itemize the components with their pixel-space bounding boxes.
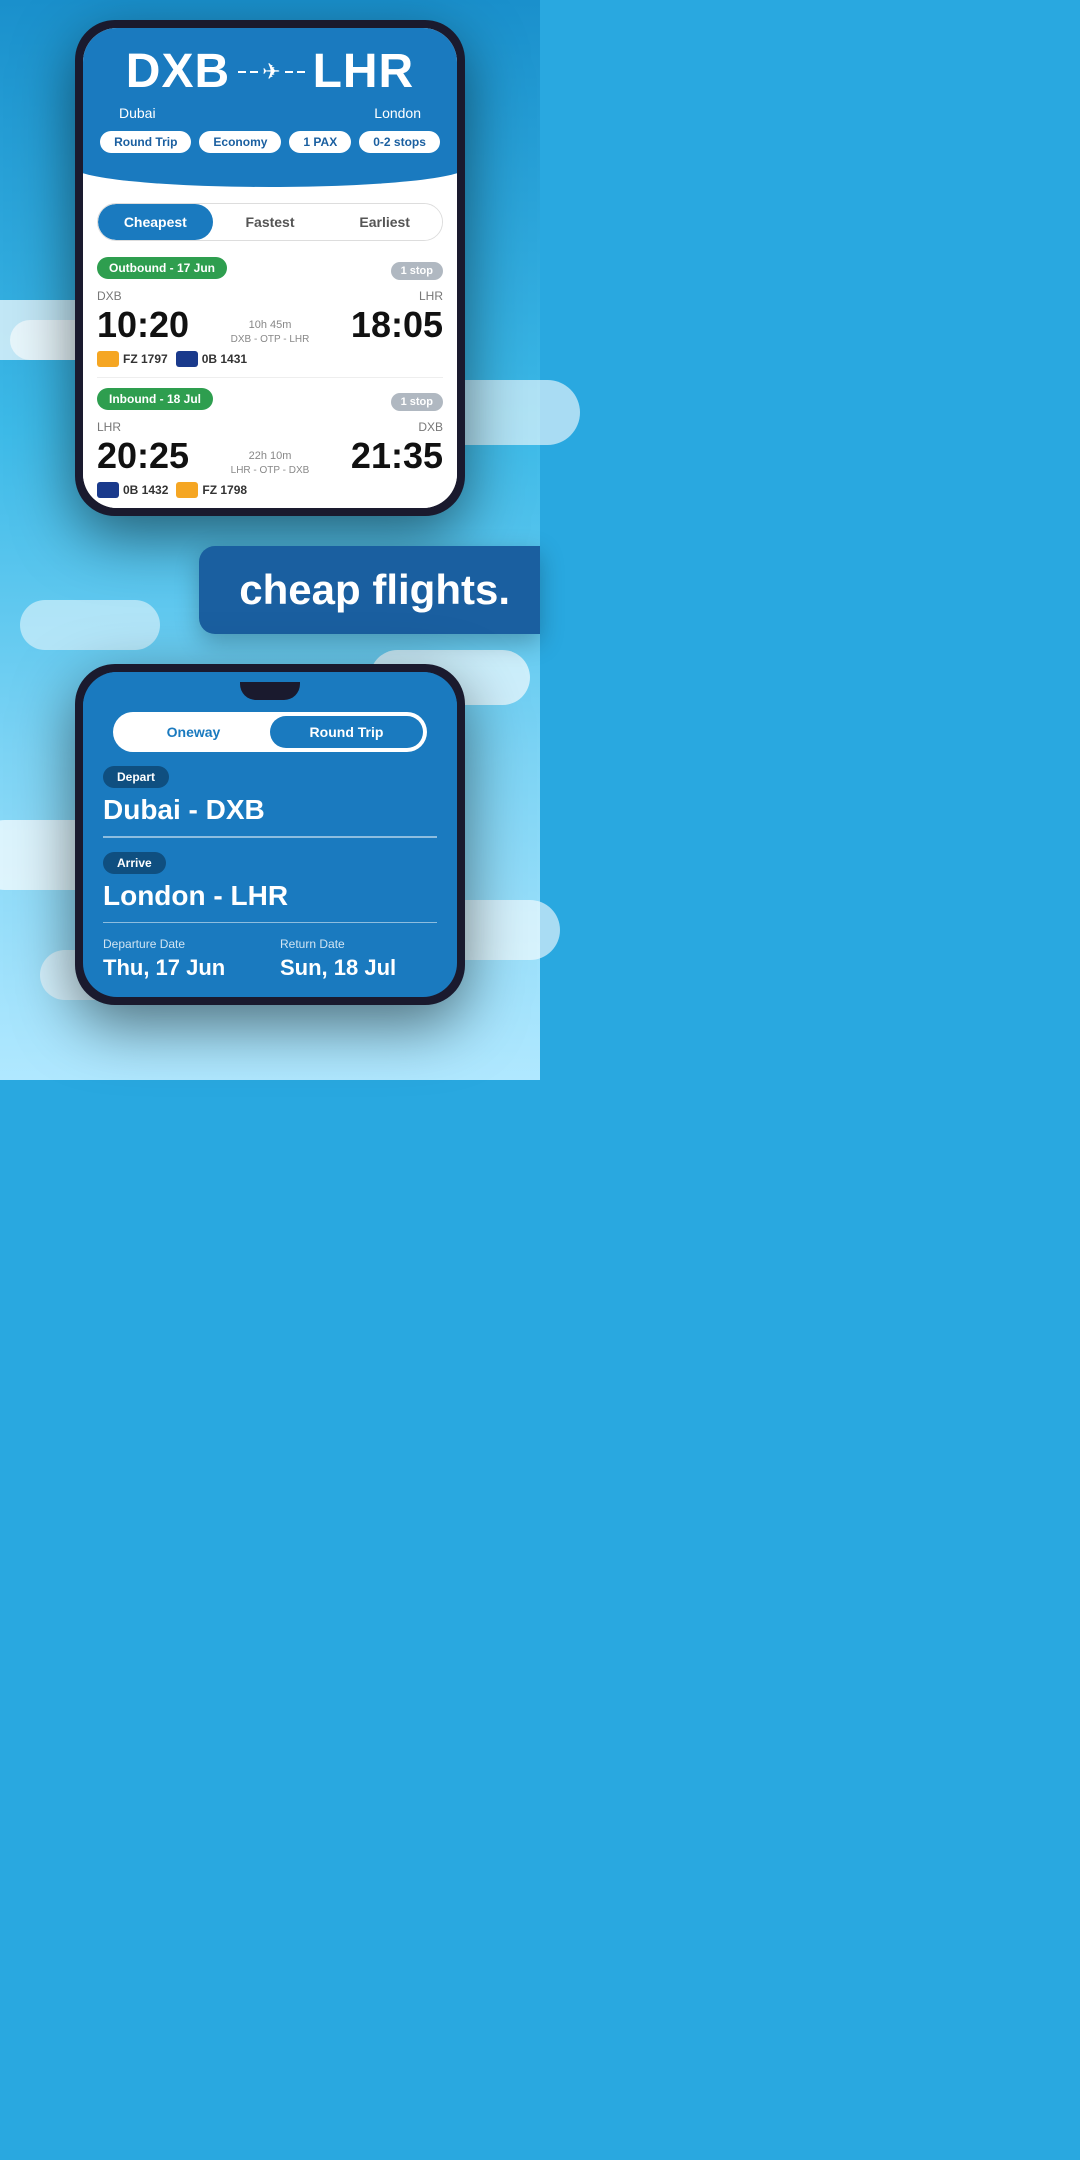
inbound-arrive-time: 21:35 xyxy=(351,438,443,474)
date-row: Departure Date Thu, 17 Jun Return Date S… xyxy=(83,937,457,997)
inbound-airline-2: FZ 1798 xyxy=(176,482,247,498)
return-date-value[interactable]: Sun, 18 Jul xyxy=(280,955,437,981)
inbound-time-row: 20:25 22h 10m LHR - OTP - DXB 21:35 xyxy=(97,436,443,476)
tab-earliest[interactable]: Earliest xyxy=(327,204,442,240)
inbound-duration-col: 22h 10m LHR - OTP - DXB xyxy=(189,450,351,476)
inbound-airport-row: LHR DXB xyxy=(97,420,443,434)
search-tags: Round Trip Economy 1 PAX 0-2 stops xyxy=(99,131,441,167)
tab-cheapest[interactable]: Cheapest xyxy=(98,204,213,240)
inbound-depart-time: 20:25 xyxy=(97,438,189,474)
fz-logo xyxy=(97,351,119,367)
inbound-airline-1: 0B 1432 xyxy=(97,482,168,498)
outbound-header-row: Outbound - 17 Jun 1 stop xyxy=(97,257,443,285)
flights-area: Outbound - 17 Jun 1 stop DXB LHR 10:20 1… xyxy=(83,253,457,508)
inbound-airlines-row: 0B 1432 FZ 1798 xyxy=(97,482,443,498)
trip-round[interactable]: Round Trip xyxy=(270,716,423,748)
inbound-airline-2-code: FZ 1798 xyxy=(202,483,247,497)
tag-stops[interactable]: 0-2 stops xyxy=(359,131,440,153)
arrive-field: Arrive London - LHR xyxy=(103,852,437,924)
city-row: Dubai London xyxy=(99,105,441,121)
route-row: DXB ✈ LHR xyxy=(99,44,441,99)
inbound-route-path: LHR - OTP - DXB xyxy=(231,465,310,476)
outbound-depart-time: 10:20 xyxy=(97,307,189,343)
phone-2-screen: Oneway Round Trip Depart Dubai - DXB Arr… xyxy=(83,672,457,997)
return-date-col: Return Date Sun, 18 Jul xyxy=(280,937,437,981)
depart-label: Depart xyxy=(103,766,169,788)
tag-round-trip[interactable]: Round Trip xyxy=(100,131,191,153)
phone-2-notch-bar xyxy=(83,672,457,706)
trip-type-toggle: Oneway Round Trip xyxy=(113,712,427,752)
search-form: Depart Dubai - DXB Arrive London - LHR xyxy=(83,766,457,923)
outbound-duration: 10h 45m xyxy=(249,319,292,331)
depart-value[interactable]: Dubai - DXB xyxy=(103,794,437,826)
banner-section: cheap flights. xyxy=(0,516,540,654)
arrive-value[interactable]: London - LHR xyxy=(103,880,437,912)
phone-1: DXB ✈ LHR Dubai London Round Trip xyxy=(75,20,465,516)
depart-divider xyxy=(103,836,437,838)
return-date-label: Return Date xyxy=(280,937,437,951)
banner-text: cheap flights. xyxy=(239,566,510,613)
outbound-time-row: 10:20 10h 45m DXB - OTP - LHR 18:05 xyxy=(97,305,443,345)
inbound-airline-1-code: 0B 1432 xyxy=(123,483,168,497)
destination-code: LHR xyxy=(313,44,415,99)
depart-field: Depart Dubai - DXB xyxy=(103,766,437,838)
outbound-airline-1-code: FZ 1797 xyxy=(123,352,168,366)
phone-1-screen: DXB ✈ LHR Dubai London Round Trip xyxy=(83,28,457,508)
outbound-airlines-row: FZ 1797 0B 1431 xyxy=(97,351,443,367)
wave-divider xyxy=(83,167,457,191)
tab-fastest[interactable]: Fastest xyxy=(213,204,328,240)
outbound-airline-1: FZ 1797 xyxy=(97,351,168,367)
fz-logo-2 xyxy=(176,482,198,498)
inbound-label: Inbound - 18 Jul xyxy=(97,388,213,410)
ob-logo-2 xyxy=(97,482,119,498)
trip-oneway[interactable]: Oneway xyxy=(117,716,270,748)
flight-search-header: DXB ✈ LHR Dubai London Round Trip xyxy=(83,28,457,167)
departure-date-value[interactable]: Thu, 17 Jun xyxy=(103,955,260,981)
phone-2: Oneway Round Trip Depart Dubai - DXB Arr… xyxy=(75,664,465,1005)
inbound-duration: 22h 10m xyxy=(249,450,292,462)
inbound-stop-badge: 1 stop xyxy=(391,393,443,411)
departure-date-label: Departure Date xyxy=(103,937,260,951)
origin-code: DXB xyxy=(126,44,230,99)
outbound-route-path: DXB - OTP - LHR xyxy=(231,334,310,345)
tag-pax[interactable]: 1 PAX xyxy=(289,131,351,153)
ob-logo xyxy=(176,351,198,367)
departure-date-col: Departure Date Thu, 17 Jun xyxy=(103,937,260,981)
outbound-dest-airport: LHR xyxy=(419,289,443,303)
inbound-dest-airport: DXB xyxy=(418,420,443,434)
destination-city: London xyxy=(374,105,421,121)
outbound-stop-badge: 1 stop xyxy=(391,262,443,280)
arrive-label: Arrive xyxy=(103,852,166,874)
plane-icon: ✈ xyxy=(238,59,304,85)
inbound-header-row: Inbound - 18 Jul 1 stop xyxy=(97,388,443,416)
inbound-flight-card: Inbound - 18 Jul 1 stop LHR DXB 20:25 22… xyxy=(97,388,443,498)
tag-economy[interactable]: Economy xyxy=(199,131,281,153)
inbound-origin-airport: LHR xyxy=(97,420,121,434)
outbound-flight-card: Outbound - 17 Jun 1 stop DXB LHR 10:20 1… xyxy=(97,257,443,367)
outbound-airline-2: 0B 1431 xyxy=(176,351,247,367)
arrive-divider xyxy=(103,922,437,924)
outbound-arrive-time: 18:05 xyxy=(351,307,443,343)
outbound-airport-row: DXB LHR xyxy=(97,289,443,303)
phone-2-notch xyxy=(240,682,300,700)
outbound-duration-col: 10h 45m DXB - OTP - LHR xyxy=(189,319,351,345)
cheap-flights-banner: cheap flights. xyxy=(199,546,540,634)
outbound-label: Outbound - 17 Jun xyxy=(97,257,227,279)
outbound-airline-2-code: 0B 1431 xyxy=(202,352,247,366)
filter-tabs: Cheapest Fastest Earliest xyxy=(97,203,443,241)
outbound-origin-airport: DXB xyxy=(97,289,122,303)
flight-card-divider xyxy=(97,377,443,378)
origin-city: Dubai xyxy=(119,105,156,121)
